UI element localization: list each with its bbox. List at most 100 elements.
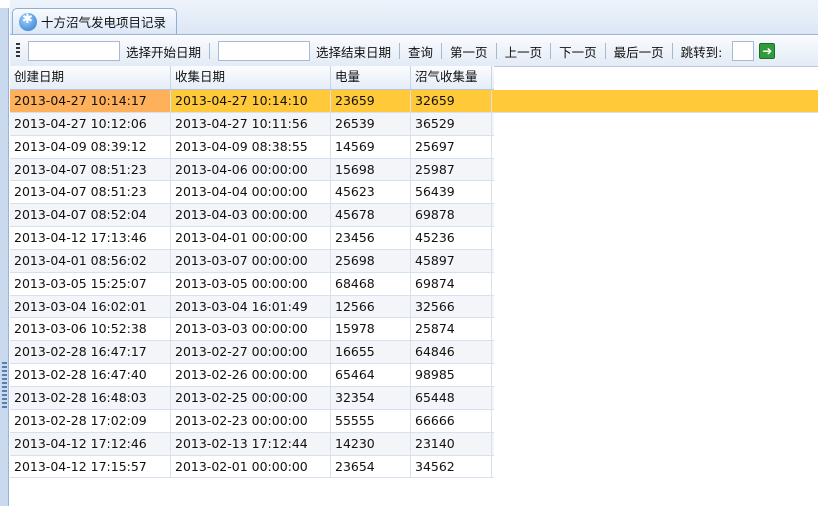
toolbar-separator (209, 43, 211, 59)
splitter-handle[interactable] (2, 362, 7, 408)
jump-page-input[interactable] (732, 41, 755, 61)
cell-created-date: 2013-02-28 16:48:03 (10, 386, 171, 409)
last-page-button[interactable]: 最后一页 (614, 42, 664, 61)
cell-collected-date: 2013-02-01 00:00:00 (171, 455, 331, 478)
end-date-picker-button[interactable]: 选择结束日期 (316, 42, 391, 61)
tab-project-records[interactable]: 十方沼气发电项目记录 (12, 8, 178, 34)
cell-power: 15978 (331, 318, 411, 341)
toolbar-separator (604, 43, 606, 59)
cell-created-date: 2013-04-09 08:39:12 (10, 135, 171, 158)
table-row[interactable]: 2013-02-28 16:47:17 2013-02-27 00:00:00 16… (10, 341, 494, 365)
start-date-picker-button[interactable]: 选择开始日期 (126, 42, 201, 61)
cell-biogas: 69878 (411, 204, 492, 227)
table-row[interactable]: 2013-02-28 17:02:09 2013-02-23 00:00:00 55… (10, 409, 494, 433)
table-row[interactable]: 2013-03-06 10:52:38 2013-03-03 00:00:00 15… (10, 318, 494, 342)
cell-power: 26539 (331, 112, 411, 135)
column-header-biogas[interactable]: 沼气收集量 (411, 66, 492, 89)
cell-power: 23659 (331, 90, 411, 112)
start-date-input[interactable] (28, 41, 120, 61)
cell-power: 68468 (331, 272, 411, 295)
cell-biogas: 66666 (411, 409, 492, 432)
arrow-right-icon[interactable]: ➜ (759, 43, 776, 59)
table-row[interactable]: 2013-04-12 17:15:57 2013-02-01 00:00:00 23… (10, 455, 494, 479)
cell-collected-date: 2013-03-07 00:00:00 (171, 249, 331, 272)
table-row[interactable]: 2013-03-05 15:25:07 2013-03-05 00:00:00 68… (10, 272, 494, 296)
cell-created-date: 2013-04-12 17:13:46 (10, 227, 171, 249)
table-row[interactable]: 2013-04-07 08:52:04 2013-04-03 00:00:00 45… (10, 204, 494, 228)
cell-collected-date: 2013-04-04 00:00:00 (171, 181, 331, 204)
toolbar: 选择开始日期 选择结束日期 查询 第一页 上一页 下一页 最后一页 跳转到: ➜ (10, 36, 818, 67)
cell-created-date: 2013-04-12 17:12:46 (10, 432, 171, 455)
grid-body: 2013-04-27 10:14:17 2013-04-27 10:14:10 23… (10, 90, 818, 479)
toolbar-separator (441, 43, 443, 59)
cell-biogas: 36529 (411, 112, 492, 135)
column-header-collected[interactable]: 收集日期 (171, 66, 331, 89)
first-page-button[interactable]: 第一页 (450, 42, 488, 61)
table-row[interactable]: 2013-04-07 08:51:23 2013-04-04 00:00:00 45… (10, 181, 494, 205)
toolbar-separator (671, 43, 673, 59)
cell-collected-date: 2013-03-05 00:00:00 (171, 272, 331, 295)
cell-biogas: 56439 (411, 181, 492, 204)
cell-power: 55555 (331, 409, 411, 432)
table-row[interactable]: 2013-04-09 08:39:12 2013-04-09 08:38:55 14… (10, 135, 494, 159)
cell-collected-date: 2013-02-23 00:00:00 (171, 409, 331, 432)
toolbar-separator (550, 43, 552, 59)
table-row[interactable]: 2013-04-27 10:12:06 2013-04-27 10:11:56 26… (10, 112, 494, 136)
cell-created-date: 2013-03-06 10:52:38 (10, 318, 171, 341)
next-page-button[interactable]: 下一页 (559, 42, 597, 61)
cell-biogas: 45897 (411, 249, 492, 272)
cell-power: 45678 (331, 204, 411, 227)
table-row[interactable]: 2013-04-27 10:14:17 2013-04-27 10:14:10 23… (10, 90, 818, 113)
cell-collected-date: 2013-03-04 16:01:49 (171, 295, 331, 318)
query-button[interactable]: 查询 (408, 42, 433, 61)
cell-collected-date: 2013-04-06 00:00:00 (171, 158, 331, 181)
cell-biogas: 65448 (411, 386, 492, 409)
cell-created-date: 2013-04-27 10:12:06 (10, 112, 171, 135)
cell-biogas: 25874 (411, 318, 492, 341)
grid-header: 创建日期 收集日期 电量 沼气收集量 (10, 66, 494, 90)
table-row[interactable]: 2013-04-12 17:12:46 2013-02-13 17:12:44 14… (10, 432, 494, 456)
cell-biogas: 23140 (411, 432, 492, 455)
table-row[interactable]: 2013-02-28 16:48:03 2013-02-25 00:00:00 32… (10, 386, 494, 410)
table-row[interactable]: 2013-04-07 08:51:23 2013-04-06 00:00:00 15… (10, 158, 494, 182)
cell-collected-date: 2013-04-27 10:14:10 (171, 90, 331, 112)
left-frame (0, 0, 10, 506)
cell-power: 23456 (331, 227, 411, 249)
column-header-power[interactable]: 电量 (331, 66, 411, 89)
table-row[interactable]: 2013-02-28 16:47:40 2013-02-26 00:00:00 65… (10, 364, 494, 387)
toolbar-grip-icon[interactable] (16, 43, 20, 59)
cell-collected-date: 2013-02-26 00:00:00 (171, 364, 331, 386)
cell-created-date: 2013-04-27 10:14:17 (10, 90, 171, 112)
cell-created-date: 2013-02-28 16:47:17 (10, 341, 171, 364)
cell-biogas: 98985 (411, 364, 492, 386)
cell-power: 23654 (331, 455, 411, 478)
cell-created-date: 2013-02-28 17:02:09 (10, 409, 171, 432)
cell-collected-date: 2013-02-27 00:00:00 (171, 341, 331, 364)
cell-biogas: 32566 (411, 295, 492, 318)
cell-collected-date: 2013-04-27 10:11:56 (171, 112, 331, 135)
toolbar-separator (399, 43, 401, 59)
left-panel-edge (0, 8, 9, 506)
column-header-created[interactable]: 创建日期 (10, 66, 171, 89)
cell-created-date: 2013-04-01 08:56:02 (10, 249, 171, 272)
table-row[interactable]: 2013-04-12 17:13:46 2013-04-01 00:00:00 23… (10, 227, 494, 250)
cell-created-date: 2013-04-07 08:52:04 (10, 204, 171, 227)
tab-label: 十方沼气发电项目记录 (41, 15, 167, 30)
table-row[interactable]: 2013-03-04 16:02:01 2013-03-04 16:01:49 12… (10, 295, 494, 319)
toolbar-separator (495, 43, 497, 59)
cell-collected-date: 2013-02-25 00:00:00 (171, 386, 331, 409)
cell-power: 14569 (331, 135, 411, 158)
table-row[interactable]: 2013-04-01 08:56:02 2013-03-07 00:00:00 25… (10, 249, 494, 273)
cell-created-date: 2013-04-12 17:15:57 (10, 455, 171, 478)
cell-biogas: 45236 (411, 227, 492, 249)
jump-label: 跳转到: (680, 44, 723, 60)
prev-page-button[interactable]: 上一页 (505, 42, 543, 61)
cell-power: 14230 (331, 432, 411, 455)
records-grid: 创建日期 收集日期 电量 沼气收集量 2013-04-27 10:14:17 20… (10, 66, 818, 479)
end-date-input[interactable] (218, 41, 311, 61)
cell-collected-date: 2013-02-13 17:12:44 (171, 432, 331, 455)
cell-created-date: 2013-04-07 08:51:23 (10, 181, 171, 204)
cell-collected-date: 2013-04-03 00:00:00 (171, 204, 331, 227)
cell-biogas: 25697 (411, 135, 492, 158)
cell-power: 45623 (331, 181, 411, 204)
